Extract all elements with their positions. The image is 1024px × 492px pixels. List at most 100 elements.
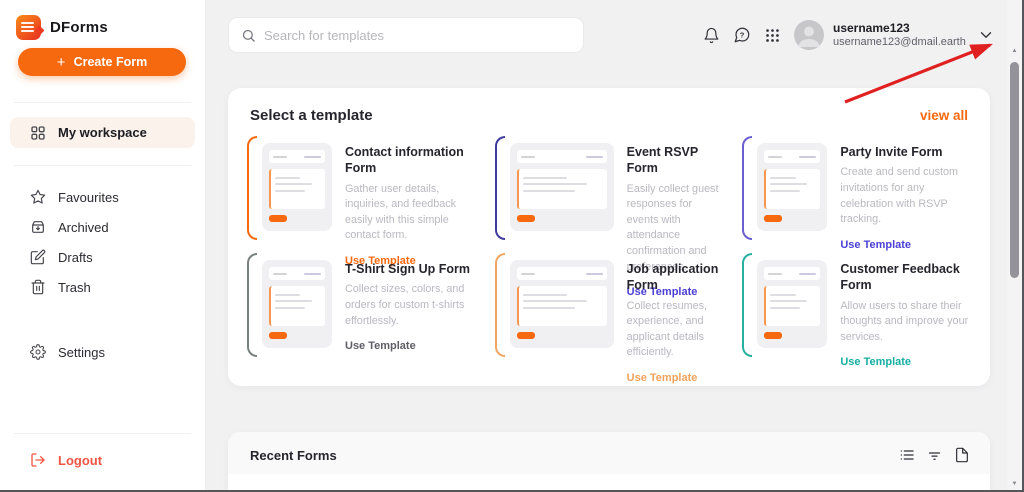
sidebar-item-label: Drafts <box>58 249 93 265</box>
template-card-contact-information: Contact information Form Gather user det… <box>240 133 483 267</box>
divider <box>14 165 191 166</box>
sidebar-bottom: Logout <box>0 433 205 490</box>
document-icon <box>956 447 968 463</box>
sidebar: DForms + Create Form My workspace Favour… <box>0 0 206 490</box>
template-title: Job application Form <box>626 262 719 293</box>
template-card-tshirt-signup: T-Shirt Sign Up Form Collect sizes, colo… <box>240 250 483 360</box>
recent-forms-title: Recent Forms <box>250 447 337 463</box>
trash-icon <box>31 279 45 295</box>
avatar <box>794 20 824 50</box>
star-icon <box>30 189 46 204</box>
sidebar-item-label: My workspace <box>58 125 147 140</box>
header-actions: ? username123 username123@dmail.earth <box>703 16 995 54</box>
app-root: DForms + Create Form My workspace Favour… <box>0 0 1024 492</box>
template-card-party-invite: Party Invite Form Create and send custom… <box>735 133 978 251</box>
scrollbar-thumb[interactable] <box>1010 62 1019 278</box>
account-dropdown-button[interactable] <box>977 26 995 44</box>
card-accent-bracket <box>247 253 257 357</box>
workspace-grid-icon <box>31 125 45 140</box>
template-card-event-rsvp: Event RSVP Form Easily collect guest res… <box>488 133 731 298</box>
template-description: Gather user details, inquiries, and feed… <box>345 182 457 242</box>
list-icon <box>900 450 914 460</box>
search-bar <box>228 17 584 53</box>
user-account-menu[interactable]: username123 username123@dmail.earth <box>794 20 966 50</box>
gear-icon <box>30 344 46 360</box>
sidebar-nav: Favourites Archived Drafts Trash <box>0 182 205 302</box>
main-content: ? username123 username123@dmail.earth <box>206 0 1007 490</box>
templates-title: Select a template <box>250 107 373 124</box>
help-button[interactable]: ? <box>733 26 751 44</box>
template-thumbnail <box>509 143 614 231</box>
help-chat-icon: ? <box>734 27 750 43</box>
brand-name: DForms <box>50 18 108 36</box>
create-form-label: Create Form <box>73 55 148 69</box>
sidebar-item-settings[interactable]: Settings <box>0 337 205 367</box>
grid-view-button[interactable] <box>954 447 970 463</box>
template-title: Party Invite Form <box>840 145 943 159</box>
user-name: username123 <box>833 20 910 35</box>
card-accent-bracket <box>247 136 257 240</box>
template-thumbnail <box>509 260 614 348</box>
logout-icon <box>31 453 45 467</box>
recent-forms-row[interactable] <box>228 474 990 490</box>
sidebar-item-archived[interactable]: Archived <box>0 212 205 242</box>
use-template-link[interactable]: Use Template <box>345 340 416 352</box>
plus-icon: + <box>56 53 66 71</box>
filter-icon <box>928 451 941 460</box>
search-input[interactable] <box>264 27 571 43</box>
user-email: username123@dmail.earth <box>833 35 966 48</box>
template-title: T-Shirt Sign Up Form <box>345 262 470 276</box>
scroll-down-arrow[interactable]: ▼ <box>1007 481 1022 487</box>
user-text: username123 username123@dmail.earth <box>833 20 966 50</box>
dforms-logo-icon <box>16 14 41 40</box>
vertical-scrollbar: ▲ ▼ <box>1007 0 1022 490</box>
template-card-job-application: Job application Form Collect resumes, ex… <box>488 250 731 384</box>
template-thumbnail <box>757 260 828 348</box>
create-form-button[interactable]: + Create Form <box>18 48 186 76</box>
edit-pencil-icon <box>30 249 46 265</box>
card-accent-bracket <box>742 136 753 240</box>
sidebar-item-my-workspace[interactable]: My workspace <box>10 117 195 148</box>
template-thumbnail <box>262 260 332 348</box>
sidebar-item-drafts[interactable]: Drafts <box>0 242 205 272</box>
apps-grid-button[interactable] <box>764 27 781 44</box>
use-template-link[interactable]: Use Template <box>627 372 698 384</box>
sidebar-item-label: Favourites <box>58 189 119 205</box>
card-body: Party Invite Form Create and send custom… <box>840 143 974 253</box>
use-template-link[interactable]: Use Template <box>840 356 911 368</box>
card-body: Customer Feedback Form Allow users to sh… <box>840 260 974 370</box>
sidebar-item-trash[interactable]: Trash <box>0 272 205 302</box>
template-title: Contact information Form <box>345 145 464 176</box>
card-accent-bracket <box>742 253 753 357</box>
notifications-button[interactable] <box>703 27 720 44</box>
bell-icon <box>704 27 719 43</box>
sidebar-item-label: Archived <box>58 219 109 235</box>
template-thumbnail <box>757 143 828 231</box>
sidebar-item-favourites[interactable]: Favourites <box>0 182 205 212</box>
use-template-link[interactable]: Use Template <box>840 239 911 251</box>
templates-panel: Select a template view all Contact infor… <box>228 88 990 386</box>
logout-label: Logout <box>58 452 103 468</box>
card-accent-bracket <box>494 253 505 357</box>
template-description: Create and send custom invitations for a… <box>840 166 958 226</box>
card-body: Job application Form Collect resumes, ex… <box>627 260 727 386</box>
template-description: Collect sizes, colors, and orders for cu… <box>345 283 465 327</box>
card-accent-bracket <box>494 136 505 240</box>
template-card-customer-feedback: Customer Feedback Form Allow users to sh… <box>735 250 978 368</box>
recent-forms-header: Recent Forms <box>228 432 990 474</box>
svg-text:?: ? <box>740 30 745 39</box>
logout-button[interactable]: Logout <box>0 434 205 490</box>
template-cards-grid: Contact information Form Gather user det… <box>228 133 990 384</box>
template-title: Event RSVP Form <box>626 145 698 176</box>
filter-button[interactable] <box>927 448 942 463</box>
divider <box>14 102 191 103</box>
list-view-button[interactable] <box>899 447 915 463</box>
view-all-link[interactable]: view all <box>920 108 968 123</box>
template-title: Customer Feedback Form <box>840 262 960 293</box>
templates-panel-header: Select a template view all <box>228 88 990 124</box>
card-body: T-Shirt Sign Up Form Collect sizes, colo… <box>345 260 479 354</box>
apps-grid-icon <box>766 28 779 42</box>
scroll-up-arrow[interactable]: ▲ <box>1007 48 1022 54</box>
chevron-down-icon <box>980 32 992 38</box>
template-description: Allow users to share their thoughts and … <box>840 299 969 343</box>
